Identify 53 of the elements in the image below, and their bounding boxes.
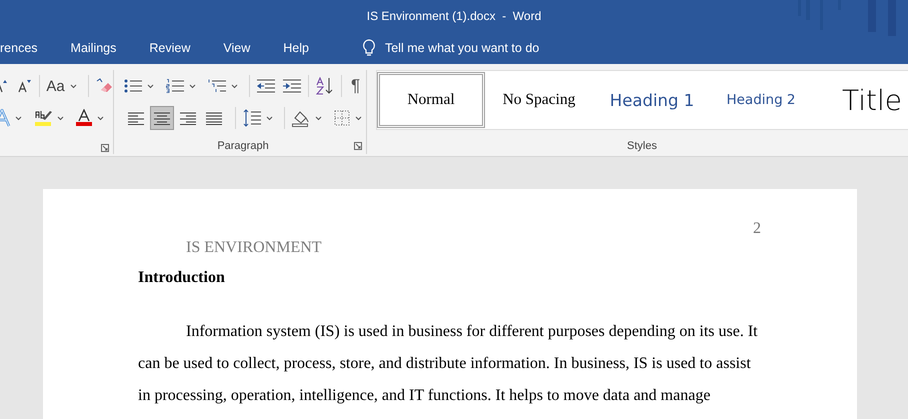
font-color-icon[interactable] (76, 109, 92, 127)
ribbon-tab[interactable]: Help (283, 41, 309, 55)
paragraph-line: Information system (IS) is used in business for different purposes depending on its use. It (185, 322, 759, 342)
bullets-icon[interactable] (124, 79, 142, 93)
chevron-icon[interactable] (266, 116, 273, 120)
chevron-icon[interactable] (97, 116, 104, 120)
numbering-icon[interactable] (166, 79, 184, 93)
show-formatting-button[interactable]: ¶ (351, 76, 360, 96)
borders-icon[interactable] (334, 110, 350, 126)
chevron-icon[interactable] (57, 116, 64, 120)
group-label: Styles (627, 140, 657, 152)
chevron-icon[interactable] (355, 116, 362, 120)
chevron-icon[interactable] (189, 84, 196, 88)
chevron-icon[interactable] (15, 116, 22, 120)
ribbon-tab[interactable]: Review (149, 41, 190, 55)
line-spacing-icon[interactable] (243, 109, 261, 127)
decrease-indent-icon[interactable] (257, 79, 275, 93)
ribbon-tab[interactable]: rences (0, 41, 38, 55)
running-head: IS ENVIRONMENT (186, 238, 323, 258)
page-number: 2 (753, 220, 761, 238)
style-item[interactable]: No Spacing (485, 72, 593, 128)
style-item[interactable]: Heading 2 (711, 72, 811, 128)
increase-indent-icon[interactable] (283, 79, 301, 93)
chevron-icon[interactable] (231, 84, 238, 88)
lightbulb-icon (362, 39, 376, 57)
eraser-icon[interactable] (94, 78, 113, 94)
group-label: Paragraph (217, 140, 269, 152)
dialog-launcher-icon[interactable] (354, 142, 362, 150)
chevron-icon[interactable] (147, 84, 154, 88)
align-icon (128, 112, 144, 124)
ribbon-tab[interactable]: Mailings (70, 41, 116, 55)
style-item[interactable]: Title (811, 72, 908, 128)
align-icon (206, 112, 222, 124)
chevron-icon[interactable] (315, 116, 322, 120)
align-icon (154, 112, 170, 124)
style-item[interactable]: Heading 1 (593, 72, 711, 128)
paragraph-line: can be used to collect, process, store, and distribute information. In business, IS is used to assist (138, 354, 752, 374)
paragraph-line: in processing, operation, intelligence, and IT functions. It helps to move data and manage (138, 386, 712, 406)
window-title: IS Environment (1).docx - Word (366, 9, 542, 23)
highlight-icon[interactable] (34, 109, 52, 127)
chevron-icon[interactable] (70, 84, 77, 88)
shading-icon[interactable] (292, 109, 310, 127)
ribbon-tab[interactable]: View (223, 41, 250, 55)
multilevel-list-icon[interactable] (208, 79, 226, 93)
align-icon (180, 112, 196, 124)
section-heading: Introduction (138, 268, 226, 288)
style-item[interactable]: Normal (377, 72, 485, 128)
tell-me-field[interactable]: Tell me what you want to do (384, 41, 540, 55)
change-case-button[interactable]: Aa (46, 78, 65, 94)
shrink-font-icon[interactable] (18, 79, 32, 93)
align-button[interactable] (150, 106, 174, 130)
dialog-launcher-icon[interactable] (101, 144, 109, 152)
sort-icon[interactable] (316, 77, 334, 95)
